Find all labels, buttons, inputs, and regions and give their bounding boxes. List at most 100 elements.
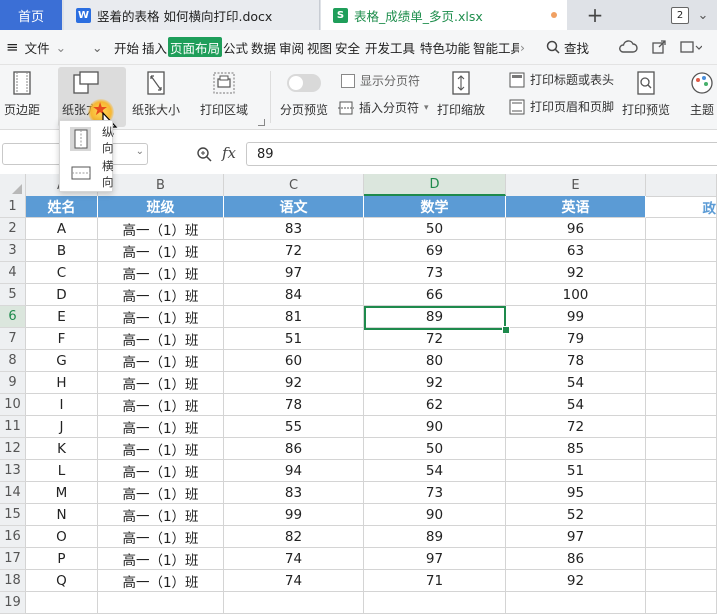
table-cell[interactable] xyxy=(646,262,717,284)
table-cell[interactable]: O xyxy=(26,526,98,548)
table-cell[interactable]: 高一（1）班 xyxy=(98,350,224,372)
fill-handle[interactable] xyxy=(502,326,510,334)
table-cell[interactable]: G xyxy=(26,350,98,372)
table-cell[interactable]: 97 xyxy=(364,548,506,570)
table-cell[interactable]: 63 xyxy=(506,240,646,262)
menu-smart-tools[interactable]: 智能工具 xyxy=(473,30,519,64)
row-header[interactable]: 15 xyxy=(0,504,26,526)
menu-file[interactable]: ≡ 文件 ⌄ xyxy=(6,30,66,64)
cloud-sync-icon[interactable] xyxy=(618,30,638,64)
table-cell[interactable] xyxy=(646,306,717,328)
table-cell[interactable]: 95 xyxy=(506,482,646,504)
menu-data[interactable]: 数据 xyxy=(251,30,276,64)
table-cell[interactable]: J xyxy=(26,416,98,438)
table-cell[interactable] xyxy=(646,218,717,240)
row-header[interactable]: 14 xyxy=(0,482,26,504)
table-cell[interactable]: 73 xyxy=(364,482,506,504)
table-cell[interactable]: 54 xyxy=(364,460,506,482)
table-cell[interactable]: 72 xyxy=(364,328,506,350)
table-cell[interactable] xyxy=(646,328,717,350)
table-cell[interactable]: 89 xyxy=(364,526,506,548)
table-cell[interactable] xyxy=(26,592,98,614)
table-cell[interactable]: P xyxy=(26,548,98,570)
row-header[interactable]: 5 xyxy=(0,284,26,306)
table-cell[interactable]: 84 xyxy=(224,284,364,306)
row-header[interactable]: 7 xyxy=(0,328,26,350)
table-header-cell[interactable]: 语文 xyxy=(224,196,364,218)
table-cell[interactable]: 74 xyxy=(224,570,364,592)
table-cell[interactable]: I xyxy=(26,394,98,416)
table-cell[interactable]: 94 xyxy=(224,460,364,482)
table-cell[interactable]: Q xyxy=(26,570,98,592)
column-header-c[interactable]: C xyxy=(224,174,364,196)
table-cell[interactable] xyxy=(506,592,646,614)
table-cell[interactable]: M xyxy=(26,482,98,504)
table-cell[interactable] xyxy=(646,240,717,262)
table-cell[interactable]: 99 xyxy=(224,504,364,526)
table-cell[interactable]: K xyxy=(26,438,98,460)
column-header-e[interactable]: E xyxy=(506,174,646,196)
table-cell[interactable]: 99 xyxy=(506,306,646,328)
table-cell[interactable]: 92 xyxy=(506,570,646,592)
table-cell[interactable] xyxy=(646,284,717,306)
orientation-landscape-option[interactable]: 横向 xyxy=(60,158,114,190)
search-button[interactable]: 查找 xyxy=(546,30,589,64)
table-header-cell[interactable]: 政 xyxy=(646,196,717,218)
row-header[interactable]: 4 xyxy=(0,262,26,284)
show-page-break-checkbox[interactable]: 显示分页符 xyxy=(341,72,420,89)
row-header[interactable]: 17 xyxy=(0,548,26,570)
table-cell[interactable]: 高一（1）班 xyxy=(98,570,224,592)
table-cell[interactable]: 高一（1）班 xyxy=(98,328,224,350)
table-cell[interactable] xyxy=(646,460,717,482)
table-cell[interactable]: 66 xyxy=(364,284,506,306)
row-header[interactable]: 8 xyxy=(0,350,26,372)
table-cell[interactable]: 50 xyxy=(364,218,506,240)
column-header-f[interactable] xyxy=(646,174,717,196)
table-cell[interactable]: 高一（1）班 xyxy=(98,416,224,438)
table-cell[interactable]: 高一（1）班 xyxy=(98,394,224,416)
table-cell[interactable]: 97 xyxy=(506,526,646,548)
header-footer-button[interactable]: 打印页眉和页脚 xyxy=(509,98,614,115)
table-cell[interactable]: E xyxy=(26,306,98,328)
row-header[interactable]: 18 xyxy=(0,570,26,592)
row-header[interactable]: 1 xyxy=(0,196,26,218)
row-header[interactable]: 11 xyxy=(0,416,26,438)
table-cell[interactable] xyxy=(646,504,717,526)
select-all-corner[interactable] xyxy=(0,174,26,196)
table-cell[interactable]: 高一（1）班 xyxy=(98,526,224,548)
table-cell[interactable]: 100 xyxy=(506,284,646,306)
table-cell[interactable] xyxy=(646,416,717,438)
table-header-cell[interactable]: 姓名 xyxy=(26,196,98,218)
formula-input[interactable]: 89 xyxy=(246,142,717,166)
row-header[interactable]: 16 xyxy=(0,526,26,548)
print-area-button[interactable]: 打印区域 xyxy=(200,71,248,118)
table-cell[interactable]: 97 xyxy=(224,262,364,284)
table-cell[interactable]: 高一（1）班 xyxy=(98,460,224,482)
print-preview-button[interactable]: 打印预览 xyxy=(622,71,670,118)
table-cell[interactable]: H xyxy=(26,372,98,394)
table-cell[interactable]: 高一（1）班 xyxy=(98,284,224,306)
table-cell[interactable]: 54 xyxy=(506,394,646,416)
margins-button[interactable]: 页边距 xyxy=(4,71,40,118)
table-cell[interactable]: 90 xyxy=(364,416,506,438)
table-cell[interactable]: F xyxy=(26,328,98,350)
table-cell[interactable]: 78 xyxy=(506,350,646,372)
table-cell[interactable]: 50 xyxy=(364,438,506,460)
table-cell[interactable]: 90 xyxy=(364,504,506,526)
menu-developer[interactable]: 开发工具 xyxy=(365,30,415,64)
table-cell[interactable]: 72 xyxy=(506,416,646,438)
table-cell[interactable]: B xyxy=(26,240,98,262)
tab-count-badge[interactable]: 2 xyxy=(671,7,689,24)
menu-home[interactable]: 开始 xyxy=(114,30,139,64)
table-cell[interactable]: 51 xyxy=(506,460,646,482)
table-cell[interactable]: 81 xyxy=(224,306,364,328)
row-header[interactable]: 9 xyxy=(0,372,26,394)
table-cell[interactable]: 96 xyxy=(506,218,646,240)
table-cell[interactable] xyxy=(646,394,717,416)
print-scale-button[interactable]: 打印缩放 xyxy=(437,71,485,118)
table-cell[interactable]: N xyxy=(26,504,98,526)
table-cell[interactable]: 62 xyxy=(364,394,506,416)
table-cell[interactable] xyxy=(646,372,717,394)
table-cell[interactable]: 92 xyxy=(224,372,364,394)
table-cell[interactable]: 60 xyxy=(224,350,364,372)
